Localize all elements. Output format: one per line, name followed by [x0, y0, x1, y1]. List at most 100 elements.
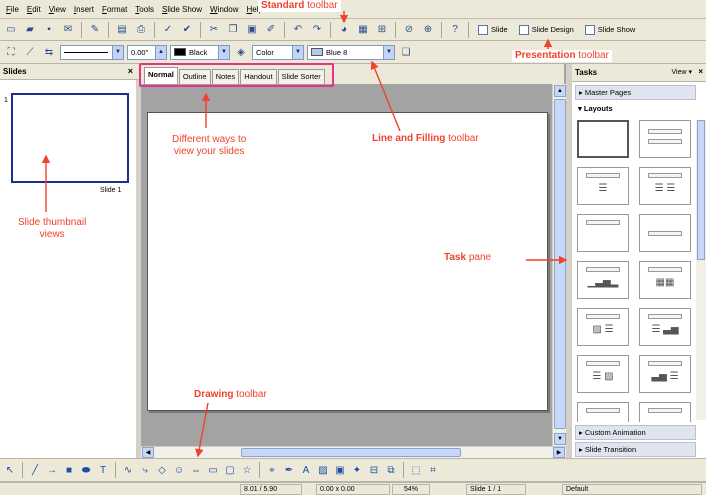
gallery-icon[interactable]: ▣	[333, 462, 347, 478]
layout-title-text-chart[interactable]: ☰ ▃▅	[639, 308, 691, 346]
table-icon[interactable]: ▦	[355, 22, 371, 38]
close-icon[interactable]: ×	[698, 67, 703, 76]
block-arrows-icon[interactable]: ⇔	[189, 462, 203, 478]
symbol-shapes-icon[interactable]: ☺	[172, 462, 186, 478]
menu-file[interactable]: File	[2, 5, 23, 14]
rectangle-icon[interactable]: ■	[62, 462, 76, 478]
help-icon[interactable]: ?	[447, 22, 463, 38]
line-color-select[interactable]: Black ▼	[170, 44, 230, 60]
print-icon[interactable]: ⎙	[133, 22, 149, 38]
text-icon[interactable]: T	[96, 462, 110, 478]
layout-title-table[interactable]: ▦▦	[639, 261, 691, 299]
menu-window[interactable]: Window	[206, 5, 242, 14]
effects-icon[interactable]: ✦	[350, 462, 364, 478]
callouts-icon[interactable]: ▢	[223, 462, 237, 478]
copy-icon[interactable]: ❐	[225, 22, 241, 38]
scroll-up-icon[interactable]: ▲	[554, 85, 566, 97]
shadow-icon[interactable]: ❏	[398, 44, 414, 60]
stars-icon[interactable]: ☆	[240, 462, 254, 478]
status-zoom[interactable]: 54%	[392, 484, 430, 495]
open-folder-icon[interactable]: ▰	[22, 22, 38, 38]
new-slide-button[interactable]: Slide	[474, 21, 512, 38]
ellipse-icon[interactable]: ⬬	[79, 462, 93, 478]
line-style-select[interactable]: ▼	[60, 44, 124, 60]
redo-icon[interactable]: ↷	[309, 22, 325, 38]
arrange-icon[interactable]: ⧉	[384, 462, 398, 478]
menu-format[interactable]: Format	[98, 5, 131, 14]
layout-title-content[interactable]: ☰	[577, 167, 629, 205]
edit-file-icon[interactable]: ✎	[87, 22, 103, 38]
spellcheck-icon[interactable]: ✓	[160, 22, 176, 38]
save-icon[interactable]: ▪	[41, 22, 57, 38]
export-pdf-icon[interactable]: ▤	[114, 22, 130, 38]
navigator-icon[interactable]: ⊘	[401, 22, 417, 38]
slide-show-button[interactable]: Slide Show	[581, 21, 640, 38]
flowchart-icon[interactable]: ▭	[206, 462, 220, 478]
custom-animation-section[interactable]: ▸ Custom Animation	[575, 425, 696, 440]
slide-design-button[interactable]: Slide Design	[515, 21, 578, 38]
chart-icon[interactable]: ◕	[336, 22, 352, 38]
layout-title-text-picture[interactable]: ☰ ▨	[577, 355, 629, 393]
toggle-extrusion-icon[interactable]: ⌗	[426, 462, 440, 478]
layout-blank[interactable]	[577, 120, 629, 158]
tasks-scrollbar[interactable]	[696, 120, 706, 420]
fill-color-select[interactable]: Blue 8 ▼	[307, 44, 395, 60]
line-width-input[interactable]: 0.00" ▲	[127, 44, 167, 60]
slide-thumbnail[interactable]	[11, 93, 129, 183]
fontwork-icon[interactable]: A	[299, 462, 313, 478]
connector-icon[interactable]: ⤷	[138, 462, 152, 478]
area-style-select[interactable]: Color ▼	[252, 44, 304, 60]
glue-points-icon[interactable]: ✒	[282, 462, 296, 478]
menu-insert[interactable]: Insert	[70, 5, 98, 14]
layouts-section[interactable]: ▾ Layouts	[575, 102, 696, 117]
layout-title-picture-text[interactable]: ▨ ☰	[577, 308, 629, 346]
cut-icon[interactable]: ✂	[206, 22, 222, 38]
menu-view[interactable]: View	[45, 5, 70, 14]
new-document-icon[interactable]: ▭	[3, 22, 19, 38]
select-arrow-icon[interactable]: ↖	[3, 462, 17, 478]
autospell-icon[interactable]: ✔	[179, 22, 195, 38]
area-fill-icon[interactable]: ◈	[233, 44, 249, 60]
styles-icon[interactable]: ⛶	[3, 44, 19, 60]
scroll-right-icon[interactable]: ▶	[553, 447, 565, 458]
layout-title-two-content[interactable]: ☰ ☰	[639, 167, 691, 205]
scroll-left-icon[interactable]: ◀	[142, 447, 154, 458]
scroll-thumb[interactable]	[241, 448, 461, 457]
format-paintbrush-icon[interactable]: ✐	[263, 22, 279, 38]
layout-title-list[interactable]	[577, 402, 629, 422]
email-icon[interactable]: ✉	[60, 22, 76, 38]
line-icon[interactable]: ⟋	[22, 44, 38, 60]
extrusion-icon[interactable]: ⬚	[409, 462, 423, 478]
line-icon[interactable]: ╱	[28, 462, 42, 478]
arrow-style-icon[interactable]: ⇆	[41, 44, 57, 60]
layout-title-chart-text[interactable]: ▃▅ ☰	[639, 355, 691, 393]
close-icon[interactable]: ×	[128, 66, 133, 76]
alignment-icon[interactable]: ⊟	[367, 462, 381, 478]
chart-text-icon: ▃▅ ☰	[651, 371, 679, 382]
curve-icon[interactable]: ∿	[121, 462, 135, 478]
vertical-scrollbar[interactable]: ▲ ▼	[552, 84, 566, 446]
zoom-icon[interactable]: ⊕	[420, 22, 436, 38]
points-icon[interactable]: ⌖	[265, 462, 279, 478]
basic-shapes-icon[interactable]: ◇	[155, 462, 169, 478]
horizontal-scrollbar[interactable]: ◀ ▶	[141, 446, 566, 458]
layout-title-chart[interactable]: ▁▃▅▂	[577, 261, 629, 299]
menu-edit[interactable]: Edit	[23, 5, 45, 14]
scroll-down-icon[interactable]: ▼	[554, 433, 566, 445]
paste-icon[interactable]: ▣	[244, 22, 260, 38]
scroll-thumb[interactable]	[697, 120, 705, 260]
master-pages-section[interactable]: ▸ Master Pages	[575, 85, 696, 100]
undo-icon[interactable]: ↶	[290, 22, 306, 38]
from-file-icon[interactable]: ▨	[316, 462, 330, 478]
menu-tools[interactable]: Tools	[131, 5, 158, 14]
tasks-view-menu[interactable]: View ▾	[671, 68, 692, 76]
layout-title-list-2[interactable]	[639, 402, 691, 422]
layout-centered-text[interactable]	[639, 214, 691, 252]
scroll-thumb[interactable]	[554, 99, 566, 429]
layout-title-only[interactable]	[639, 120, 691, 158]
menu-slide-show[interactable]: Slide Show	[158, 5, 206, 14]
slide-transition-section[interactable]: ▸ Slide Transition	[575, 442, 696, 457]
line-arrow-icon[interactable]: →	[45, 462, 59, 478]
layout-title-only-2[interactable]	[577, 214, 629, 252]
display-grid-icon[interactable]: ⊞	[374, 22, 390, 38]
